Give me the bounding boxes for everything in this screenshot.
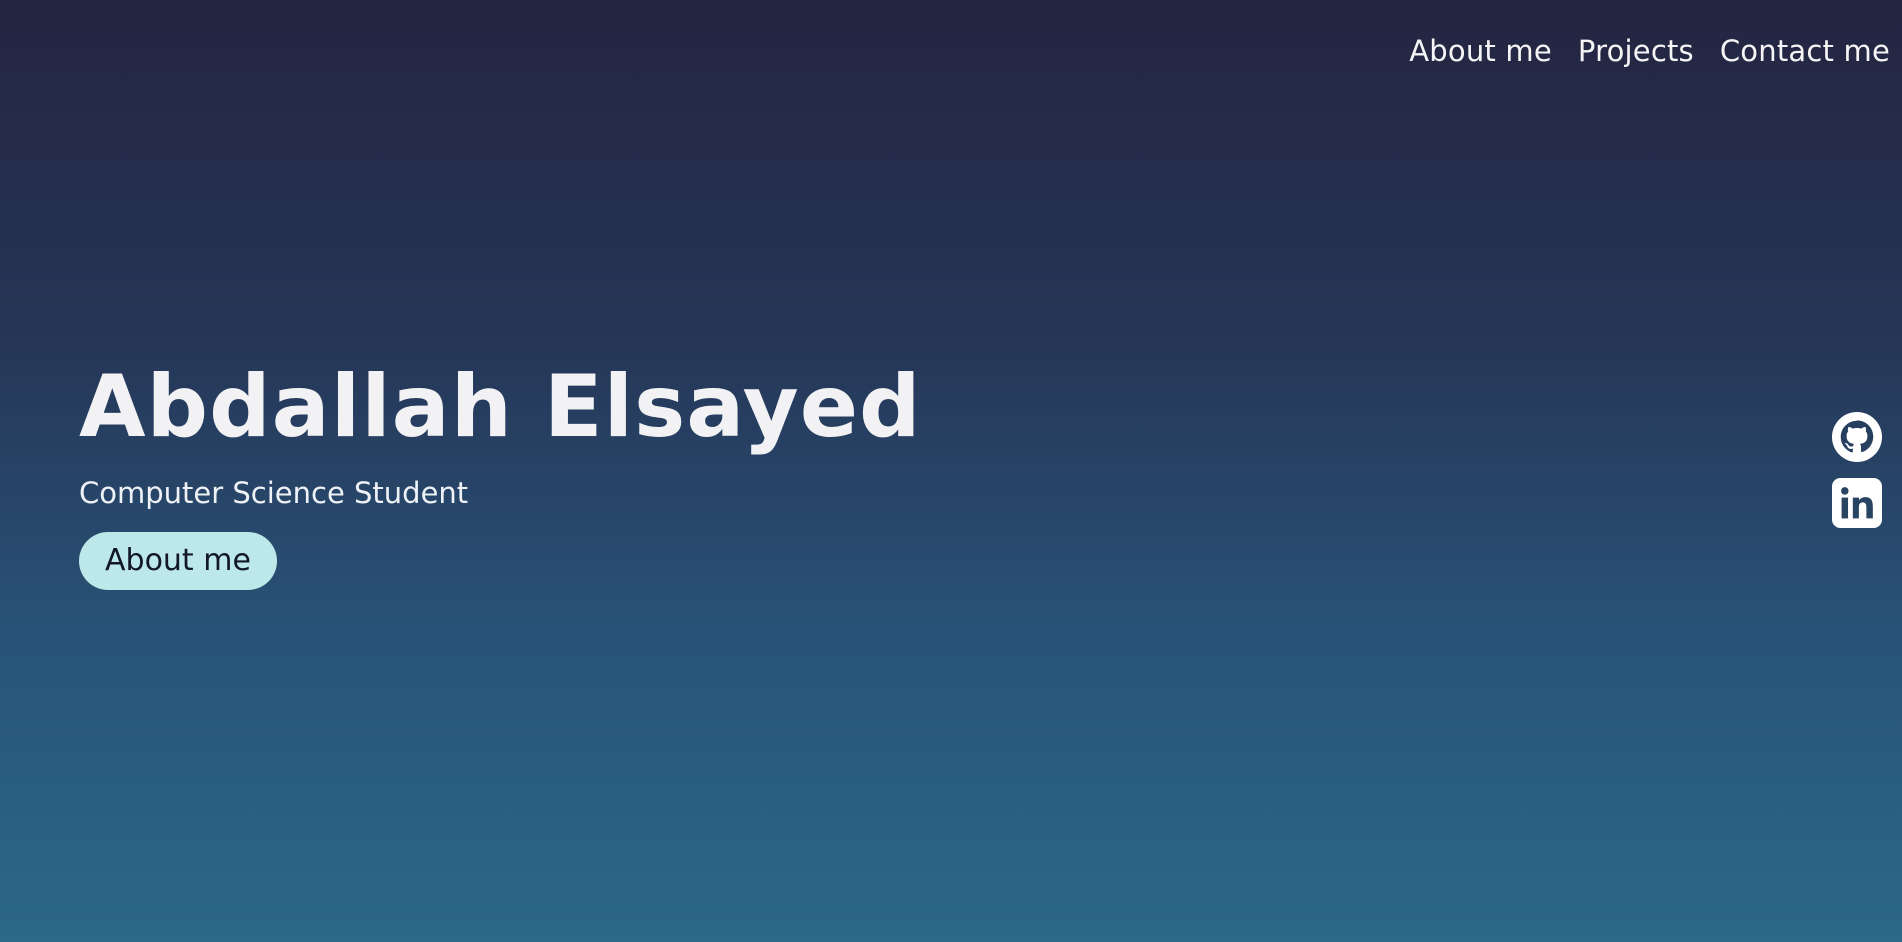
hero-subtitle: Computer Science Student: [79, 476, 469, 511]
nav-link-about[interactable]: About me: [1409, 34, 1552, 68]
hero-section: Abdallah Elsayed Computer Science Studen…: [79, 357, 922, 591]
linkedin-icon: [1832, 478, 1882, 528]
hero-name: Abdallah Elsayed: [79, 357, 922, 457]
nav-link-contact[interactable]: Contact me: [1720, 34, 1890, 68]
github-link[interactable]: [1832, 412, 1882, 462]
about-me-button[interactable]: About me: [79, 532, 277, 591]
top-nav: About me Projects Contact me: [1409, 34, 1890, 68]
linkedin-link[interactable]: [1832, 478, 1882, 528]
github-icon: [1832, 412, 1882, 462]
social-links: [1832, 412, 1882, 528]
nav-link-projects[interactable]: Projects: [1578, 34, 1694, 68]
